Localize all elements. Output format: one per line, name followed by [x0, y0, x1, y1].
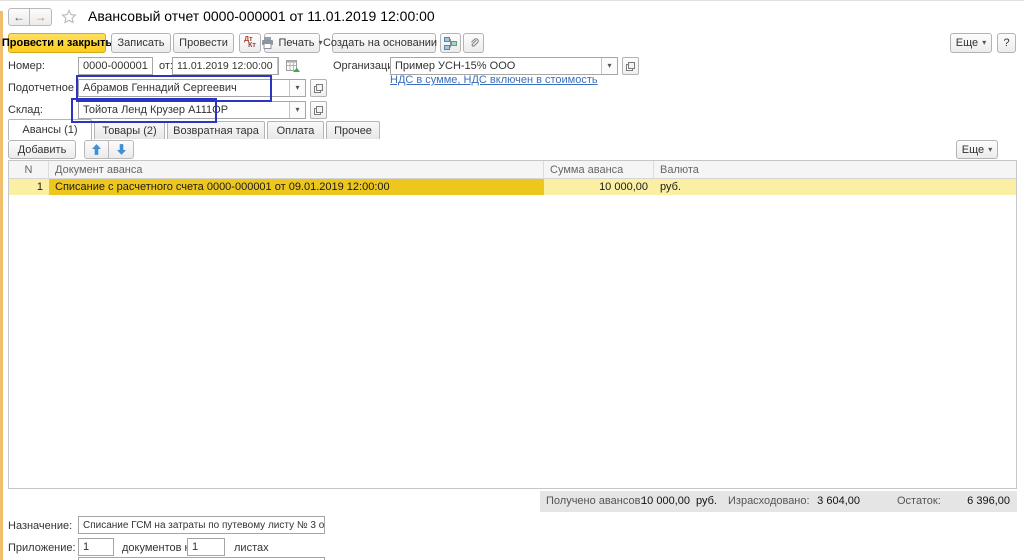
favorite-star-icon[interactable]	[61, 9, 77, 25]
advance-report-window: ← → Авансовый отчет 0000-000001 от 11.01…	[0, 0, 1024, 560]
set-current-date-icon[interactable]	[286, 59, 301, 73]
date-input[interactable]: 11.01.2019 12:00:00	[172, 57, 279, 75]
help-button[interactable]: ?	[997, 33, 1016, 53]
person-combobox[interactable]: Абрамов Геннадий Сергеевич ▾	[78, 79, 306, 97]
vat-settings-link[interactable]: НДС в сумме, НДС включен в стоимость	[390, 74, 598, 86]
modified-indicator-strip	[0, 11, 3, 560]
documents-on-label: документов на	[122, 542, 197, 554]
date-from-label: от:	[159, 60, 173, 72]
chevron-down-icon: ▾	[982, 38, 987, 47]
number-label: Номер:	[8, 60, 45, 72]
warehouse-label: Склад:	[8, 104, 43, 116]
forward-button[interactable]: →	[30, 8, 52, 26]
advances-table: N Документ аванса Сумма аванса Валюта 1 …	[8, 160, 1017, 489]
chevron-down-icon: ▾	[318, 38, 323, 47]
open-form-icon	[314, 105, 323, 115]
warehouse-combobox[interactable]: Тойота Ленд Крузер А111ОР ▾	[78, 101, 306, 119]
tab-goods[interactable]: Товары (2)	[94, 121, 165, 139]
tab-other[interactable]: Прочее	[326, 121, 380, 139]
print-button[interactable]: Печать ▾	[261, 33, 323, 53]
organization-combobox[interactable]: Пример УСН-15% ООО ▾	[390, 57, 618, 75]
chevron-down-icon[interactable]: ▾	[289, 102, 305, 118]
chevron-down-icon[interactable]: ▾	[601, 58, 617, 74]
post-and-close-button[interactable]: Провести и закрыть	[2, 33, 112, 53]
arrow-up-icon	[92, 144, 101, 155]
column-header-n[interactable]: N	[9, 161, 49, 179]
organization-open-button[interactable]	[622, 57, 639, 75]
sheets-label: листах	[234, 542, 269, 554]
printer-icon	[261, 37, 274, 49]
dtkt-icon: Дт Кт	[244, 36, 256, 49]
paperclip-icon	[468, 37, 480, 49]
purpose-input[interactable]: Списание ГСМ на затраты по путевому лист…	[78, 516, 325, 534]
more-button-top[interactable]: Еще ▾	[950, 33, 992, 53]
balance-value: 6 396,00	[967, 495, 1010, 507]
debit-credit-button[interactable]: Дт Кт	[239, 33, 261, 53]
column-header-amount[interactable]: Сумма аванса	[544, 161, 654, 179]
number-input[interactable]: 0000-000001	[78, 57, 153, 75]
arrow-down-icon	[116, 144, 126, 155]
more-button-table[interactable]: Еще ▾	[956, 140, 998, 159]
cell-advance-document[interactable]: Списание с расчетного счета 0000-000001 …	[49, 179, 544, 195]
save-button[interactable]: Записать	[111, 33, 171, 53]
move-row-down-button[interactable]	[109, 140, 134, 159]
related-documents-button[interactable]	[440, 33, 461, 53]
move-row-up-button[interactable]	[84, 140, 109, 159]
structure-icon	[444, 36, 457, 50]
documents-count-input[interactable]: 1	[78, 538, 114, 556]
received-value: 10 000,00	[641, 495, 690, 507]
cell-advance-amount[interactable]: 10 000,00	[544, 179, 654, 195]
cell-row-number[interactable]: 1	[9, 179, 49, 195]
nav-history-group: ← →	[8, 8, 52, 26]
tab-payment[interactable]: Оплата	[267, 121, 324, 139]
open-form-icon	[626, 61, 635, 71]
attachments-button[interactable]	[463, 33, 484, 53]
chevron-down-icon: ▾	[988, 144, 993, 154]
tab-advances[interactable]: Авансы (1)	[8, 119, 92, 140]
warehouse-open-button[interactable]	[310, 101, 327, 119]
balance-label: Остаток:	[897, 495, 941, 507]
purpose-label: Назначение:	[8, 520, 73, 532]
add-row-button[interactable]: Добавить	[8, 140, 76, 159]
page-title: Авансовый отчет 0000-000001 от 11.01.201…	[88, 8, 435, 24]
received-currency: руб.	[696, 495, 717, 507]
column-header-currency[interactable]: Валюта	[654, 161, 1016, 179]
sheets-count-input[interactable]: 1	[187, 538, 225, 556]
post-button[interactable]: Провести	[173, 33, 234, 53]
create-based-on-button[interactable]: Создать на основании▾	[323, 33, 445, 53]
spent-value: 3 604,00	[817, 495, 860, 507]
open-form-icon	[314, 83, 323, 93]
received-label: Получено авансов:	[546, 495, 644, 507]
calendar-icon[interactable]	[276, 58, 278, 74]
back-button[interactable]: ←	[8, 8, 30, 26]
cell-currency[interactable]: руб.	[654, 179, 1016, 195]
move-row-group	[84, 140, 134, 159]
table-row[interactable]: 1 Списание с расчетного счета 0000-00000…	[9, 179, 1016, 195]
column-header-document[interactable]: Документ аванса	[49, 161, 544, 179]
chevron-down-icon[interactable]: ▾	[289, 80, 305, 96]
table-header: N Документ аванса Сумма аванса Валюта	[9, 161, 1016, 179]
totals-bar: Получено авансов: 10 000,00 руб. Израсхо…	[540, 491, 1017, 512]
person-open-button[interactable]	[310, 79, 327, 97]
spent-label: Израсходовано:	[728, 495, 810, 507]
attachment-label: Приложение:	[8, 542, 76, 554]
tab-returnable-packaging[interactable]: Возвратная тара	[167, 121, 265, 139]
